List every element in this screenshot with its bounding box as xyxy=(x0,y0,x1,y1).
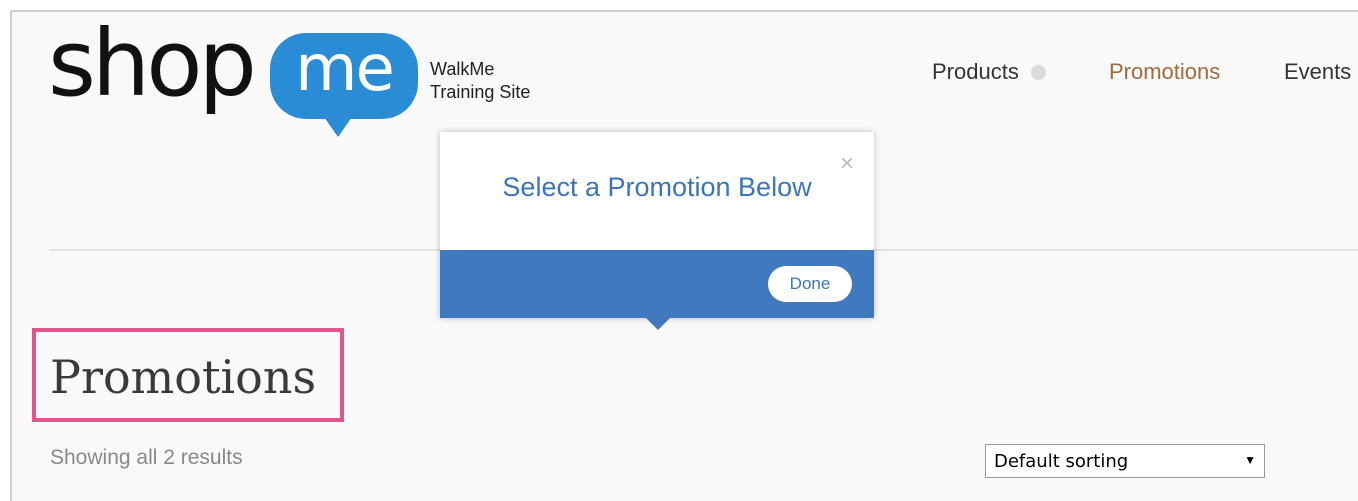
done-button[interactable]: Done xyxy=(768,266,852,302)
nav-promotions[interactable]: Promotions xyxy=(1109,58,1220,86)
nav-events[interactable]: Events xyxy=(1284,58,1351,86)
nav-products-label: Products xyxy=(932,59,1019,84)
dropdown-arrow-icon: ▼ xyxy=(1244,453,1256,467)
walkme-popup: × Select a Promotion Below Done xyxy=(440,132,874,330)
tagline-line1: WalkMe xyxy=(430,59,495,79)
results-count: Showing all 2 results xyxy=(50,446,243,469)
popup-footer: Done xyxy=(440,250,874,330)
sorting-selected-value: Default sorting xyxy=(994,451,1129,472)
popup-title: Select a Promotion Below xyxy=(502,172,812,202)
logo-me-text: me xyxy=(295,32,395,106)
page-title: Promotions xyxy=(50,350,317,404)
nav-products[interactable]: Products xyxy=(932,58,1046,86)
page-frame: shop me WalkMe Training Site Products Pr… xyxy=(10,10,1358,501)
dropdown-indicator-icon xyxy=(1030,65,1046,80)
site-tagline: WalkMe Training Site xyxy=(430,58,530,104)
tagline-line2: Training Site xyxy=(430,82,531,102)
logo-shop-text: shop xyxy=(48,10,257,117)
speech-bubble-icon: me xyxy=(270,32,418,137)
sorting-select[interactable]: Default sorting ▼ xyxy=(985,444,1265,478)
